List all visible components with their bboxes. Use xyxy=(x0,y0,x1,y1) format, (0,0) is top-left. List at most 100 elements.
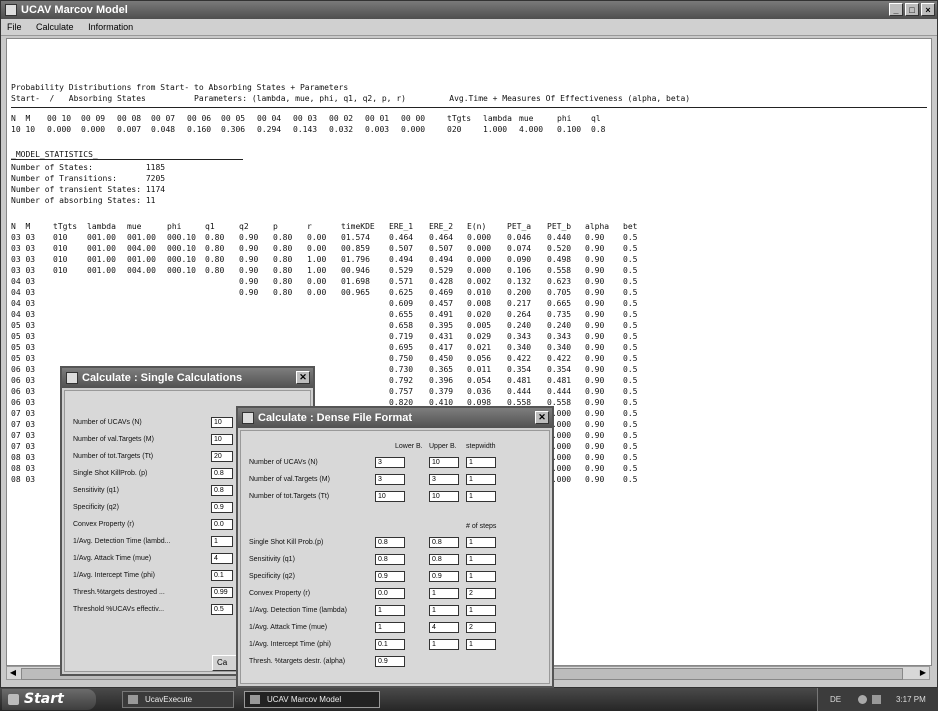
single-dialog-titlebar[interactable]: Calculate : Single Calculations ✕ xyxy=(62,368,313,388)
column-header: q1 xyxy=(205,222,215,231)
dense-field-input[interactable]: 1 xyxy=(466,554,496,565)
dense-field-input[interactable]: 3 xyxy=(429,474,459,485)
menu-file[interactable]: File xyxy=(7,22,22,32)
field-input[interactable]: 0.9 xyxy=(211,502,233,513)
field-input[interactable]: 1 xyxy=(211,536,233,547)
table-cell: 0.625 xyxy=(389,288,414,297)
table-cell: 01.796 xyxy=(341,255,370,264)
table-cell: 000.10 xyxy=(167,233,196,242)
dense-field-input[interactable]: 1 xyxy=(429,605,459,616)
table-cell: 0.5 xyxy=(623,343,638,352)
table-cell: 0.90 xyxy=(585,376,605,385)
dist-cell: 00 07 xyxy=(151,114,176,123)
close-button[interactable]: × xyxy=(921,3,935,16)
field-label: 1/Avg. Attack Time (mue) xyxy=(73,555,152,562)
dense-field-input[interactable]: 4 xyxy=(429,622,459,633)
dense-field-input[interactable]: 1 xyxy=(429,588,459,599)
table-cell: 0.90 xyxy=(585,266,605,275)
table-cell: 03 03 xyxy=(11,233,36,242)
dist-cell: N M xyxy=(11,114,31,123)
dense-field-input[interactable]: 1 xyxy=(466,571,496,582)
table-cell: 001.00 xyxy=(87,244,116,253)
dense-field-input[interactable]: 2 xyxy=(466,588,496,599)
table-cell: 0.481 xyxy=(547,376,572,385)
scroll-right-arrow[interactable]: ▶ xyxy=(917,667,929,679)
table-cell: 0.5 xyxy=(623,299,638,308)
table-cell: 0.5 xyxy=(623,244,638,253)
dense-dialog-close-button[interactable]: ✕ xyxy=(535,411,549,424)
dense-field-input[interactable]: 10 xyxy=(375,491,405,502)
dense-field-input[interactable]: 10 xyxy=(429,457,459,468)
clock[interactable]: 3:17 PM xyxy=(896,688,926,711)
dense-field-input[interactable]: 3 xyxy=(375,457,405,468)
table-cell: 0.90 xyxy=(585,409,605,418)
single-dialog-close-button[interactable]: ✕ xyxy=(296,371,310,384)
dense-field-input[interactable]: 1 xyxy=(466,605,496,616)
field-input[interactable]: 20 xyxy=(211,451,233,462)
table-cell: 0.5 xyxy=(623,420,638,429)
dense-field-input[interactable]: 3 xyxy=(375,474,405,485)
table-cell: 0.80 xyxy=(273,233,293,242)
table-cell: 08 03 xyxy=(11,475,36,484)
dense-field-input[interactable]: 0.9 xyxy=(375,656,405,667)
dense-field-input[interactable]: 1 xyxy=(466,491,496,502)
start-button[interactable]: Start xyxy=(2,689,96,710)
field-input[interactable]: 0.0 xyxy=(211,519,233,530)
table-cell: 0.705 xyxy=(547,288,572,297)
dense-field-input[interactable]: 1 xyxy=(466,639,496,650)
dense-field-input[interactable]: 0.1 xyxy=(375,639,405,650)
dense-dialog-titlebar[interactable]: Calculate : Dense File Format ✕ xyxy=(238,408,552,428)
menu-calculate[interactable]: Calculate xyxy=(36,22,74,32)
dense-field-label: 1/Avg. Attack Time (mue) xyxy=(249,624,328,631)
dense-field-input[interactable]: 1 xyxy=(466,457,496,468)
divider xyxy=(11,107,927,108)
field-input[interactable]: 0.1 xyxy=(211,570,233,581)
dense-field-input[interactable]: 10 xyxy=(429,491,459,502)
dense-field-input[interactable]: 0.8 xyxy=(375,537,405,548)
field-input[interactable]: 10 xyxy=(211,417,233,428)
dense-field-input[interactable]: 0.8 xyxy=(429,554,459,565)
task-ucav-execute[interactable]: UcavExecute xyxy=(122,691,234,708)
dense-field-input[interactable]: 1 xyxy=(466,474,496,485)
scroll-left-arrow[interactable]: ◀ xyxy=(7,667,19,679)
network-icon[interactable] xyxy=(858,695,867,704)
dense-field-input[interactable]: 0.9 xyxy=(429,571,459,582)
dense-field-input[interactable]: 1 xyxy=(466,537,496,548)
dense-field-input[interactable]: 1 xyxy=(375,605,405,616)
table-cell: 0.665 xyxy=(547,299,572,308)
minimize-button[interactable]: _ xyxy=(889,3,903,16)
dense-field-input[interactable]: 0.0 xyxy=(375,588,405,599)
task-ucav-marcov-model[interactable]: UCAV Marcov Model xyxy=(244,691,380,708)
table-cell: 0.000 xyxy=(467,233,492,242)
table-cell: 0.002 xyxy=(467,277,492,286)
table-cell: 0.507 xyxy=(389,244,414,253)
dense-field-input[interactable]: 0.8 xyxy=(429,537,459,548)
dense-field-input[interactable]: 0.9 xyxy=(375,571,405,582)
field-input[interactable]: 4 xyxy=(211,553,233,564)
field-input[interactable]: 0.5 xyxy=(211,604,233,615)
language-indicator[interactable]: DE xyxy=(830,688,841,711)
field-input[interactable]: 0.8 xyxy=(211,468,233,479)
dense-field-input[interactable]: 1 xyxy=(375,622,405,633)
table-cell: 0.735 xyxy=(547,310,572,319)
speaker-icon[interactable] xyxy=(872,695,881,704)
table-cell: 0.750 xyxy=(389,354,414,363)
table-cell: 0.90 xyxy=(239,244,259,253)
title-bar[interactable]: UCAV Marcov Model _ □ × xyxy=(1,1,937,19)
table-cell: 0.90 xyxy=(585,332,605,341)
dense-field-input[interactable]: 2 xyxy=(466,622,496,633)
menu-information[interactable]: Information xyxy=(88,22,133,32)
table-cell: 010 xyxy=(53,255,68,264)
table-cell: 010 xyxy=(53,233,68,242)
column-header: PET_a xyxy=(507,222,532,231)
field-input[interactable]: 0.99 xyxy=(211,587,233,598)
field-input[interactable]: 10 xyxy=(211,434,233,445)
column-header: r xyxy=(307,222,312,231)
dist-cell: 4.000 xyxy=(519,125,544,134)
dense-field-input[interactable]: 1 xyxy=(429,639,459,650)
dense-field-input[interactable]: 0.8 xyxy=(375,554,405,565)
field-input[interactable]: 0.8 xyxy=(211,485,233,496)
app-icon xyxy=(250,695,260,704)
table-cell: 00.965 xyxy=(341,288,370,297)
maximize-button[interactable]: □ xyxy=(905,3,919,16)
